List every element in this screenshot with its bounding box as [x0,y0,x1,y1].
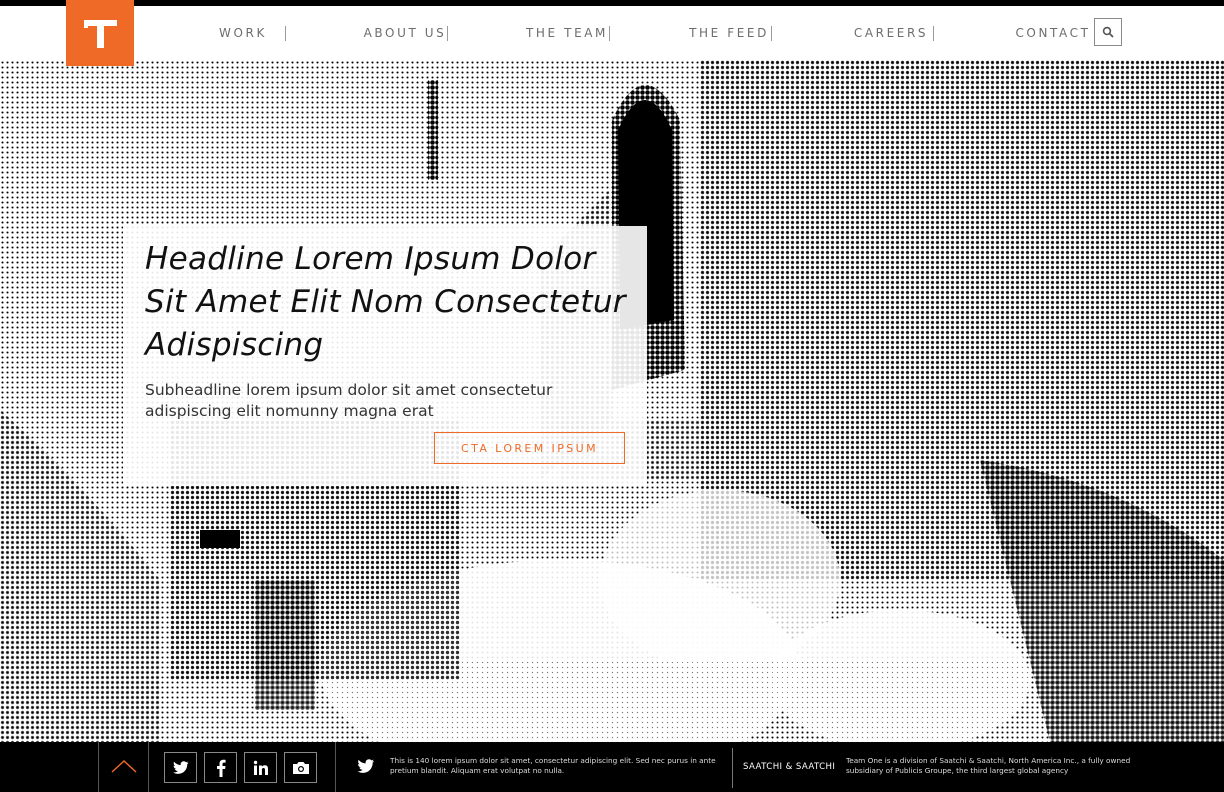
search-icon [1102,26,1114,38]
logo-t-mark [84,20,117,48]
latest-tweet: This is 140 lorem ipsum dolor sit amet, … [390,756,716,775]
twitter-icon [172,760,188,774]
footer-divider [335,742,336,792]
main-nav: WORK ABOUT US THE TEAM THE FEED CAREERS … [162,6,1134,60]
facebook-icon [216,759,226,777]
brand-logo[interactable] [66,0,134,66]
nav-item-the-feed[interactable]: THE FEED [648,6,810,60]
hero-subheadline: Subheadline lorem ipsum dolor sit amet c… [145,381,553,420]
hero-card: Headline Lorem Ipsum Dolor Sit Amet Elit… [123,226,647,486]
chevron-up-icon [111,760,137,773]
linkedin-link[interactable] [244,752,277,783]
facebook-link[interactable] [204,752,237,783]
nav-divider [447,26,448,41]
nav-item-the-team[interactable]: THE TEAM [486,6,648,60]
nav-item-careers[interactable]: CAREERS [810,6,972,60]
search-button[interactable] [1094,18,1122,46]
site-footer: This is 140 lorem ipsum dolor sit amet, … [0,742,1224,792]
footer-divider [148,742,149,792]
nav-divider [933,26,934,41]
nav-divider [285,26,286,41]
nav-divider [609,26,610,41]
agency-name: SAATCHI & SAATCHI [743,762,836,772]
camera-icon [292,761,309,774]
instagram-link[interactable] [284,752,317,783]
site-header: WORK ABOUT US THE TEAM THE FEED CAREERS … [0,6,1224,60]
back-to-top-button[interactable] [99,742,148,792]
cta-button[interactable]: CTA LOREM IPSUM [434,432,625,464]
nav-item-about-us[interactable]: ABOUT US [324,6,486,60]
legal-text: Team One is a division of Saatchi & Saat… [846,756,1131,775]
hero-section: Headline Lorem Ipsum Dolor Sit Amet Elit… [0,60,1224,742]
twitter-link[interactable] [164,752,197,783]
hero-headline: Headline Lorem Ipsum Dolor Sit Amet Elit… [145,241,626,363]
nav-divider [771,26,772,41]
twitter-icon [357,759,375,773]
nav-item-work[interactable]: WORK [162,6,324,60]
linkedin-icon [253,760,268,775]
footer-divider [732,748,733,788]
